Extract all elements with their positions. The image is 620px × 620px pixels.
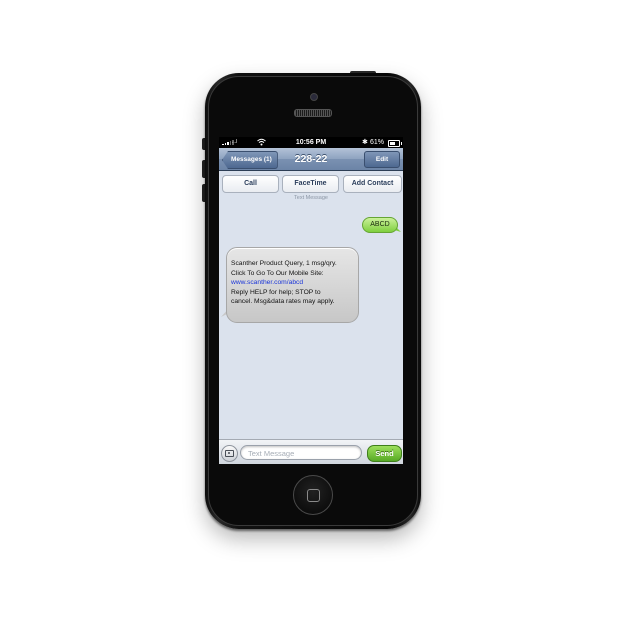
message-link[interactable]: www.scanther.com/abcd (231, 278, 356, 288)
camera-button[interactable] (221, 445, 238, 462)
message-line: Reply HELP for help; STOP to (231, 288, 321, 296)
facetime-button[interactable]: FaceTime (282, 175, 339, 193)
screen: ...l 10:56 PM ✱ 61% Messages (1) 228-22 … (219, 137, 403, 464)
navigation-bar: Messages (1) 228-22 Edit (219, 148, 403, 171)
thread-type-label: Text Message (294, 195, 328, 201)
home-button[interactable] (293, 475, 333, 515)
status-bar: ...l 10:56 PM ✱ 61% (219, 137, 403, 148)
add-contact-button[interactable]: Add Contact (343, 175, 402, 193)
compose-bar: Text Message Send (219, 439, 403, 464)
call-button[interactable]: Call (222, 175, 279, 193)
camera-icon (225, 450, 234, 457)
battery-icon (388, 140, 402, 147)
send-button[interactable]: Send (367, 445, 402, 462)
message-line: Click To Go To Our Mobile Site: (231, 269, 324, 277)
battery-percent: 61% (370, 139, 385, 146)
edit-button[interactable]: Edit (364, 151, 400, 168)
incoming-message-text: Scanther Product Query, 1 msg/qry. Click… (231, 259, 356, 307)
message-line: cancel. Msg&data rates may apply. (231, 298, 335, 305)
bluetooth-icon: ✱ (362, 139, 368, 146)
outgoing-message[interactable]: ABCD (362, 217, 398, 233)
contact-actions: Call FaceTime Add Contact (219, 171, 403, 193)
home-square-icon (307, 489, 320, 502)
earpiece-speaker (294, 109, 332, 117)
message-input[interactable]: Text Message (240, 445, 362, 460)
front-camera (310, 93, 318, 101)
message-line: Scanther Product Query, 1 msg/qry. (231, 260, 337, 267)
incoming-message[interactable]: Scanther Product Query, 1 msg/qry. Click… (226, 247, 359, 323)
